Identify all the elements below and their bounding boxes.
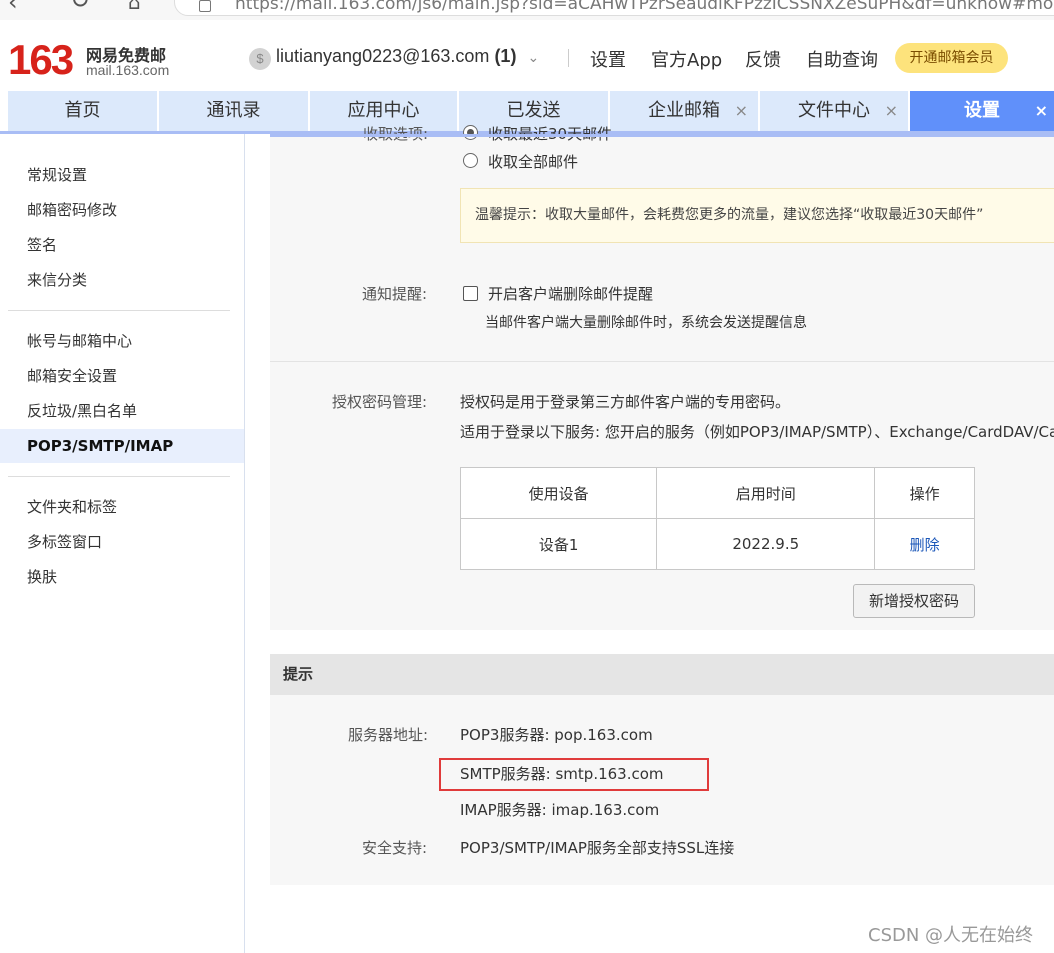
official-app-link[interactable]: 官方App	[651, 46, 722, 72]
browser-toolbar: ‹ ↻ ⌂ https://mail.163.com/js6/main.jsp?…	[0, 0, 1054, 20]
sidebar-item-general[interactable]: 常规设置	[0, 158, 244, 192]
logo-domain: mail.163.com	[86, 62, 170, 78]
tab-enterprise-mail[interactable]: 企业邮箱 ×	[610, 91, 758, 131]
pop3-server: POP3服务器: pop.163.com	[460, 726, 653, 744]
sidebar-item-signature[interactable]: 签名	[0, 228, 244, 262]
settings-sidebar: 常规设置 邮箱密码修改 签名 来信分类 帐号与邮箱中心 邮箱安全设置 反垃圾/黑…	[0, 134, 245, 953]
security-support-text: POP3/SMTP/IMAP服务全部支持SSL连接	[460, 839, 735, 857]
tab-file-center[interactable]: 文件中心 ×	[760, 91, 908, 131]
sidebar-item-security[interactable]: 邮箱安全设置	[0, 359, 244, 393]
column-header-action: 操作	[874, 467, 975, 519]
tab-label: 通讯录	[206, 100, 261, 121]
delete-link[interactable]: 删除	[874, 518, 975, 570]
close-icon[interactable]: ×	[735, 91, 748, 131]
warning-tip-box: 温馨提示：收取大量邮件，会耗费您更多的流量，建议您选择“收取最近30天邮件”	[460, 188, 1054, 243]
header-divider	[568, 49, 569, 67]
account-count: (1)	[494, 46, 517, 66]
sidebar-item-antispam[interactable]: 反垃圾/黑白名单	[0, 394, 244, 428]
tab-bar-underline	[270, 134, 1054, 137]
logo-number[interactable]: 163	[8, 36, 74, 84]
sidebar-divider	[8, 476, 230, 477]
auth-devices-table: 使用设备 启用时间 操作 设备1 2022.9.5 删除	[459, 467, 975, 570]
account-switcher[interactable]: liutianyang0223@163.com (1) ⌄	[276, 46, 539, 67]
url-text: https://mail.163.com/js6/main.jsp?sid=aC…	[235, 0, 1054, 14]
auth-label: 授权密码管理:	[331, 393, 427, 411]
address-bar[interactable]: https://mail.163.com/js6/main.jsp?sid=aC…	[174, 0, 1054, 16]
radio-recent-30-days[interactable]	[463, 125, 478, 140]
device-cell: 设备1	[459, 518, 658, 570]
table-header-row: 使用设备 启用时间 操作	[459, 467, 975, 519]
feedback-link[interactable]: 反馈	[745, 46, 781, 72]
security-support-label: 安全支持:	[361, 839, 427, 857]
tab-label: 企业邮箱	[648, 100, 720, 121]
account-email: liutianyang0223@163.com	[276, 46, 490, 66]
notify-label: 通知提醒:	[361, 285, 427, 303]
hint-section-title: 提示	[270, 654, 1054, 695]
sidebar-item-multi-tab[interactable]: 多标签窗口	[0, 525, 244, 559]
delete-reminder-label: 开启客户端删除邮件提醒	[488, 285, 654, 303]
time-cell: 2022.9.5	[656, 518, 876, 570]
tab-label: 应用中心	[347, 100, 420, 121]
tab-home[interactable]: 首页	[8, 91, 157, 131]
tab-label: 文件中心	[798, 100, 870, 121]
sidebar-item-account-center[interactable]: 帐号与邮箱中心	[0, 324, 244, 358]
home-icon[interactable]: ⌂	[128, 0, 141, 14]
watermark: CSDN @人无在始终	[868, 925, 1034, 946]
tab-label: 已发送	[506, 100, 561, 121]
delete-reminder-description: 当邮件客户端大量删除邮件时，系统会发送提醒信息	[485, 315, 807, 331]
close-icon[interactable]: ×	[885, 91, 898, 131]
tab-label: 设置	[964, 100, 1000, 121]
self-service-link[interactable]: 自助查询	[806, 46, 878, 72]
close-icon[interactable]: ×	[1035, 91, 1048, 131]
tab-contacts[interactable]: 通讯录	[159, 91, 308, 131]
back-icon[interactable]: ‹	[8, 0, 18, 16]
settings-link[interactable]: 设置	[590, 46, 626, 72]
chevron-down-icon: ⌄	[527, 49, 540, 65]
table-row: 设备1 2022.9.5 删除	[459, 518, 975, 570]
auth-description-line1: 授权码是用于登录第三方邮件客户端的专用密码。	[460, 393, 791, 411]
sidebar-item-skin[interactable]: 换肤	[0, 560, 244, 594]
delete-reminder-checkbox[interactable]	[463, 286, 478, 301]
sidebar-item-pop3-smtp-imap[interactable]: POP3/SMTP/IMAP	[0, 429, 244, 463]
auth-description-line2: 适用于登录以下服务: 您开启的服务（例如POP3/IMAP/SMTP）、Exch…	[460, 423, 1054, 441]
add-auth-password-button[interactable]: 新增授权密码	[853, 584, 975, 618]
column-header-device: 使用设备	[459, 467, 658, 519]
tab-label: 首页	[64, 100, 101, 121]
site-info-icon[interactable]	[199, 0, 211, 12]
reload-icon[interactable]: ↻	[70, 0, 90, 14]
imap-server: IMAP服务器: imap.163.com	[460, 801, 660, 819]
column-header-time: 启用时间	[656, 467, 876, 519]
sidebar-item-mail-rules[interactable]: 来信分类	[0, 263, 244, 297]
sidebar-item-folders-tags[interactable]: 文件夹和标签	[0, 490, 244, 524]
sidebar-divider	[8, 310, 230, 311]
vip-button[interactable]: 开通邮箱会员	[895, 43, 1008, 73]
sidebar-item-password[interactable]: 邮箱密码修改	[0, 193, 244, 227]
option-all-label: 收取全部邮件	[488, 153, 579, 171]
radio-all-mail[interactable]	[463, 153, 478, 168]
highlight-box	[439, 758, 709, 791]
server-address-label: 服务器地址:	[347, 726, 428, 744]
tab-settings[interactable]: 设置 ×	[910, 91, 1054, 131]
coin-icon: $	[249, 48, 271, 70]
